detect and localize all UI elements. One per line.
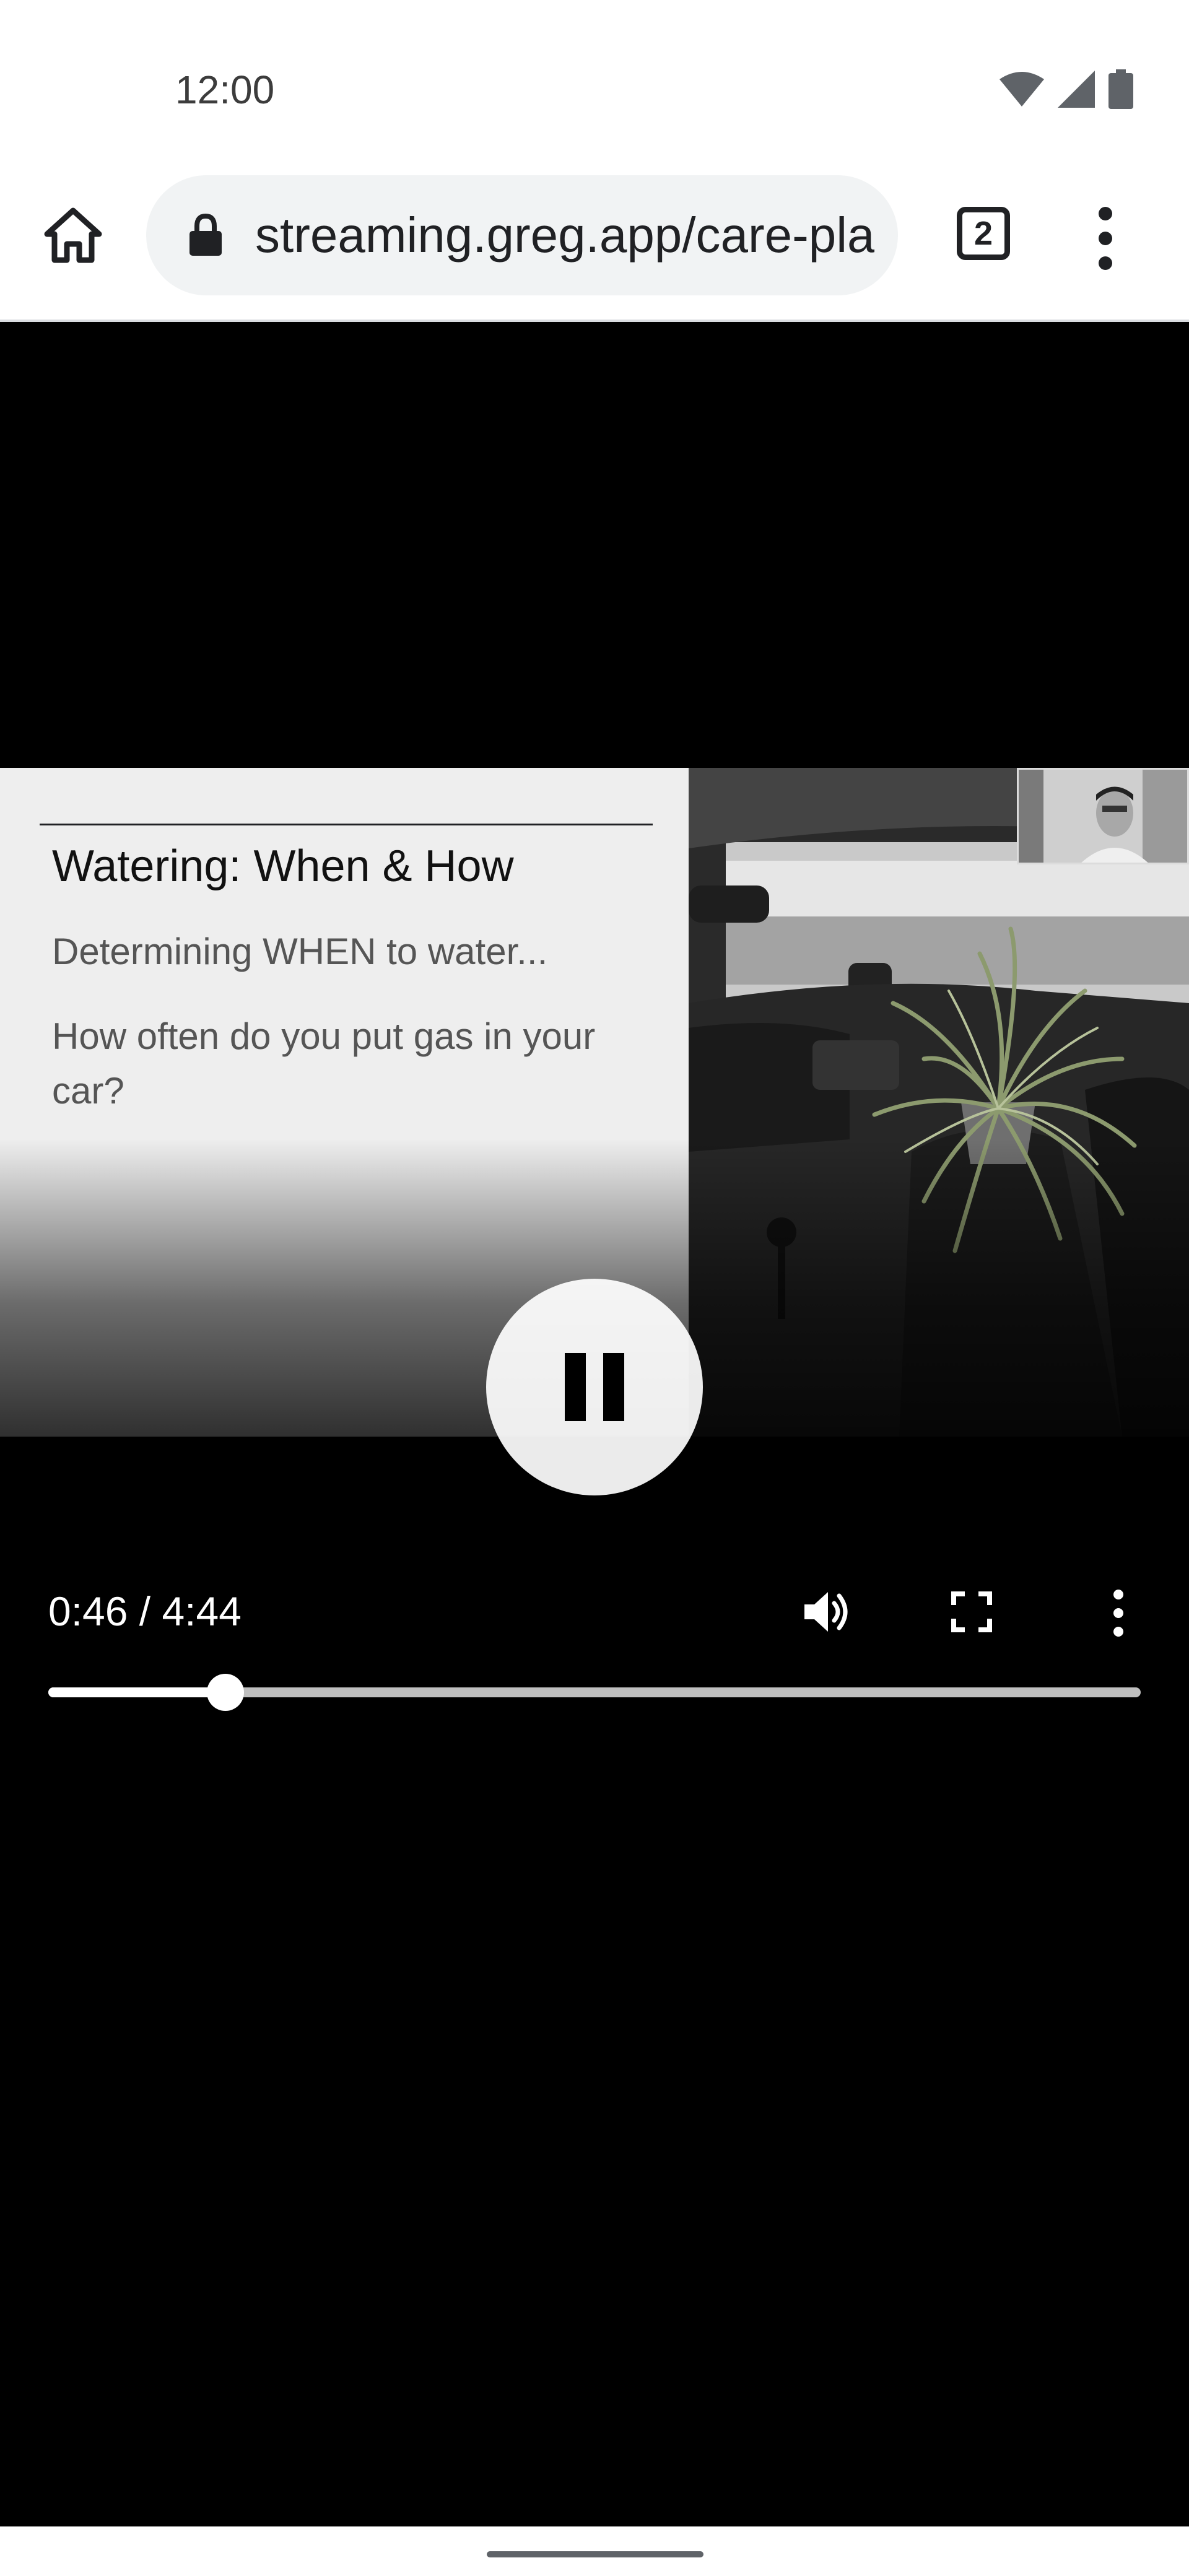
status-time: 12:00 xyxy=(175,67,275,112)
wifi-icon xyxy=(1000,72,1044,110)
overflow-menu-button[interactable] xyxy=(1078,201,1133,276)
more-options-button[interactable] xyxy=(1100,1585,1137,1641)
seek-progress xyxy=(48,1687,225,1697)
url-text: streaming.greg.app/care-plan xyxy=(255,207,874,263)
gesture-nav-bar xyxy=(0,2526,1189,2576)
pause-icon xyxy=(565,1353,586,1421)
home-button[interactable] xyxy=(37,201,108,272)
battery-icon xyxy=(1108,69,1133,112)
fullscreen-icon xyxy=(951,1591,992,1635)
home-gesture-handle[interactable] xyxy=(487,2551,703,2557)
volume-button[interactable] xyxy=(799,1585,855,1641)
address-bar[interactable]: streaming.greg.app/care-plan xyxy=(146,175,898,295)
lock-icon xyxy=(186,211,225,260)
status-icons xyxy=(1000,69,1133,112)
presenter-camera-thumbnail xyxy=(1017,768,1189,864)
slide-title: Watering: When & How xyxy=(52,842,514,891)
slide-text: Determining WHEN to water... xyxy=(52,931,548,972)
tab-switcher-icon: 2 xyxy=(957,207,1010,260)
volume-icon xyxy=(801,1586,853,1641)
pause-button[interactable] xyxy=(486,1279,703,1495)
playback-time: 0:46 / 4:44 xyxy=(48,1588,242,1634)
status-bar: 12:00 xyxy=(0,0,1189,164)
tab-switcher-button[interactable]: 2 xyxy=(952,202,1014,264)
more-options-icon xyxy=(1113,1590,1123,1599)
slide-text: How often do you put gas in your car? xyxy=(52,1016,596,1112)
overflow-menu-icon xyxy=(1099,207,1112,220)
slide-divider xyxy=(40,824,653,825)
signal-icon xyxy=(1058,71,1095,111)
home-icon xyxy=(43,207,103,267)
browser-toolbar: streaming.greg.app/care-plan 2 xyxy=(0,164,1189,322)
seek-handle[interactable] xyxy=(206,1674,244,1711)
fullscreen-button[interactable] xyxy=(944,1585,1000,1641)
